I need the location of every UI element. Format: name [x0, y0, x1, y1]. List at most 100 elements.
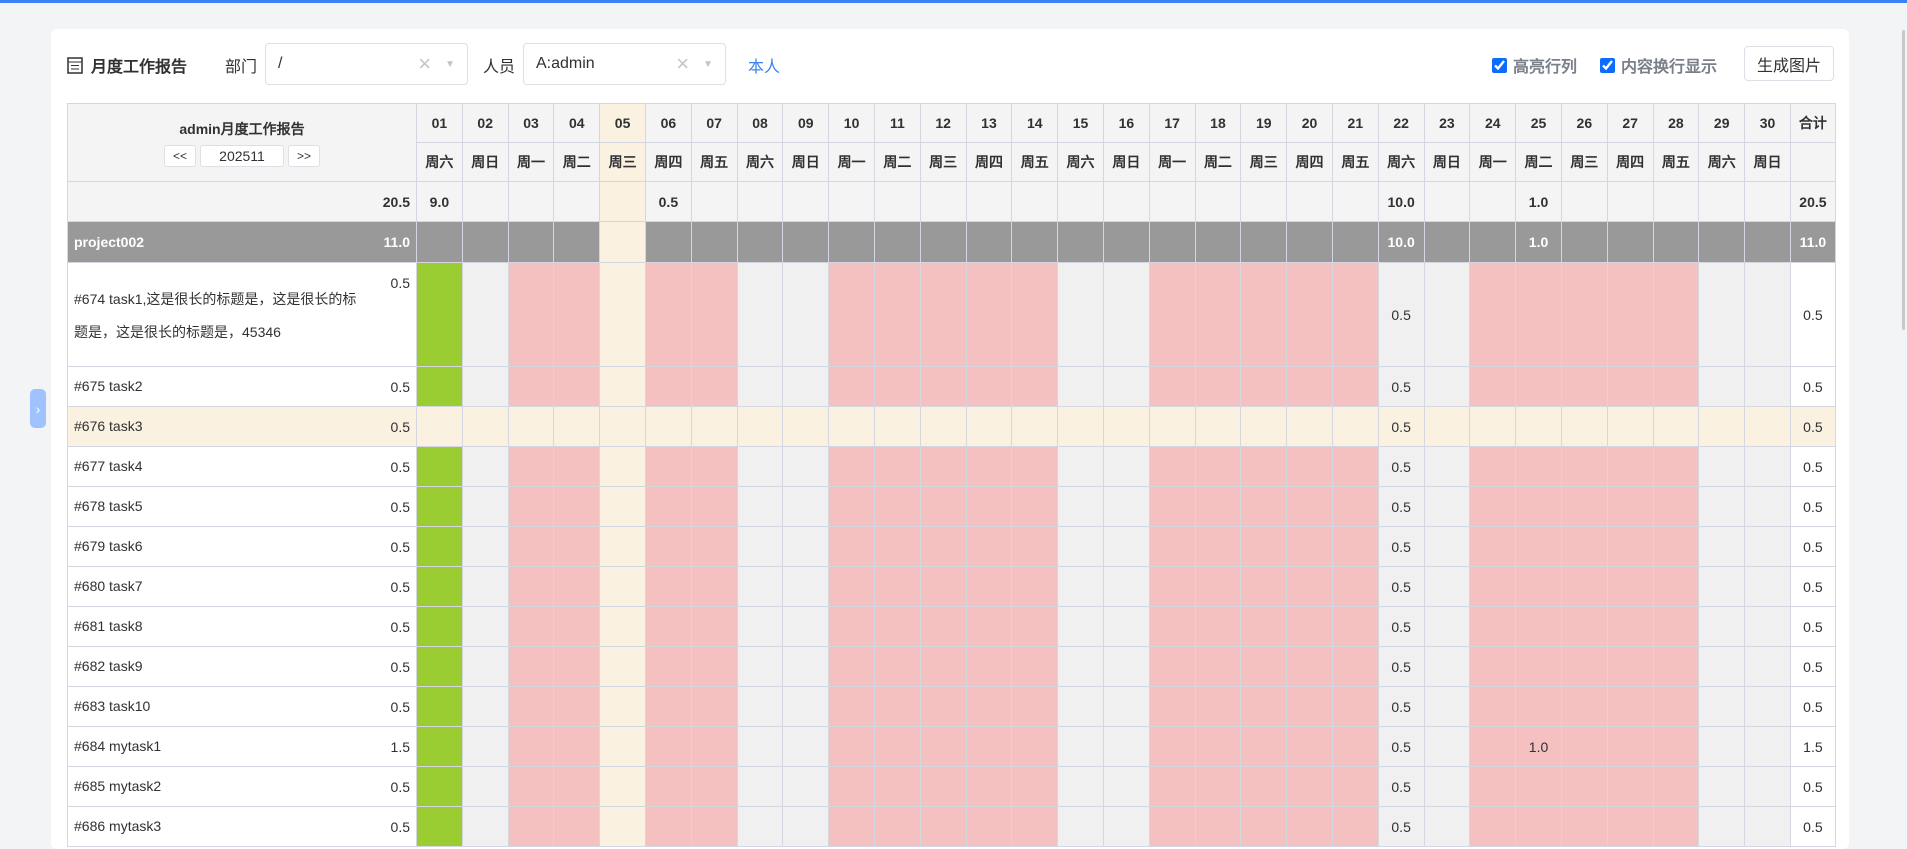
task-name-cell[interactable]: #683 task10 0.5 [67, 686, 417, 727]
day-cell-24[interactable] [1469, 406, 1517, 447]
day-cell-23[interactable] [1423, 646, 1471, 687]
day-cell-25[interactable] [1515, 606, 1562, 647]
day-cell-21[interactable] [1331, 566, 1379, 607]
day-cell-06[interactable] [644, 566, 692, 607]
day-cell-25[interactable] [1515, 686, 1562, 727]
day-cell-15[interactable] [1057, 526, 1104, 567]
day-cell-30[interactable] [1744, 646, 1791, 687]
task-name-cell[interactable]: #676 task3 0.5 [67, 406, 417, 447]
day-cell-11[interactable] [873, 606, 921, 647]
day-cell-26[interactable] [1560, 366, 1608, 407]
day-cell-21[interactable] [1331, 446, 1379, 487]
day-cell-08[interactable] [736, 646, 784, 687]
day-cell-07[interactable] [690, 566, 738, 607]
day-cell-08[interactable] [736, 262, 784, 367]
day-cell-16[interactable] [1102, 446, 1150, 487]
day-cell-10[interactable] [828, 262, 875, 367]
day-cell-09[interactable] [782, 766, 830, 807]
day-cell-19[interactable] [1240, 406, 1288, 447]
day-cell-21[interactable] [1331, 486, 1379, 527]
day-header-22[interactable]: 22 [1377, 103, 1425, 143]
day-header-17[interactable]: 17 [1148, 103, 1196, 143]
day-header-30[interactable]: 30 [1744, 103, 1791, 143]
day-header-09[interactable]: 09 [782, 103, 830, 143]
task-row[interactable]: #676 task3 0.5 0.5 0.5 [67, 406, 1836, 447]
day-cell-05[interactable] [599, 526, 646, 567]
day-cell-14[interactable] [1011, 646, 1059, 687]
prev-month-button[interactable]: << [164, 144, 196, 167]
day-cell-25[interactable] [1515, 646, 1562, 687]
day-cell-01[interactable] [416, 606, 463, 647]
day-cell-22[interactable]: 0.5 [1377, 566, 1425, 607]
day-header-12[interactable]: 12 [919, 103, 967, 143]
day-cell-21[interactable] [1331, 406, 1379, 447]
day-cell-22[interactable]: 0.5 [1377, 686, 1425, 727]
day-cell-30[interactable] [1744, 221, 1791, 263]
day-cell-27[interactable] [1606, 446, 1654, 487]
day-cell-18[interactable] [1194, 262, 1242, 367]
day-cell-02[interactable] [461, 406, 509, 447]
highlight-checkbox-input[interactable] [1492, 57, 1507, 73]
day-cell-20[interactable] [1286, 526, 1333, 567]
day-cell-08[interactable] [736, 766, 784, 807]
day-cell-08[interactable] [736, 486, 784, 527]
day-cell-22[interactable]: 0.5 [1377, 446, 1425, 487]
day-cell-28[interactable] [1652, 686, 1700, 727]
day-cell-04[interactable] [553, 486, 601, 527]
day-cell-21[interactable] [1331, 806, 1379, 847]
day-cell-01[interactable] [416, 646, 463, 687]
day-cell-20[interactable] [1286, 806, 1333, 847]
day-cell-05[interactable] [599, 406, 646, 447]
day-cell-23[interactable] [1423, 766, 1471, 807]
day-cell-05[interactable] [599, 366, 646, 407]
day-cell-07[interactable] [690, 486, 738, 527]
day-cell-04[interactable] [553, 766, 601, 807]
day-cell-09[interactable] [782, 686, 830, 727]
day-cell-04[interactable] [553, 406, 601, 447]
day-cell-16[interactable] [1102, 486, 1150, 527]
day-cell-27[interactable] [1606, 566, 1654, 607]
day-cell-04[interactable] [553, 446, 601, 487]
day-cell-25[interactable]: 1.0 [1515, 181, 1562, 222]
self-link[interactable]: 本人 [748, 53, 780, 77]
day-cell-11[interactable] [873, 526, 921, 567]
day-cell-30[interactable] [1744, 766, 1791, 807]
day-cell-09[interactable] [782, 366, 830, 407]
day-cell-13[interactable] [965, 646, 1013, 687]
day-cell-13[interactable] [965, 766, 1013, 807]
day-cell-26[interactable] [1560, 486, 1608, 527]
day-cell-21[interactable] [1331, 686, 1379, 727]
day-cell-09[interactable] [782, 726, 830, 767]
day-cell-25[interactable] [1515, 406, 1562, 447]
day-cell-30[interactable] [1744, 526, 1791, 567]
day-cell-07[interactable] [690, 262, 738, 367]
day-cell-14[interactable] [1011, 806, 1059, 847]
day-cell-08[interactable] [736, 526, 784, 567]
day-cell-27[interactable] [1606, 181, 1654, 222]
day-cell-03[interactable] [507, 726, 555, 767]
day-cell-14[interactable] [1011, 486, 1059, 527]
day-cell-16[interactable] [1102, 221, 1150, 263]
day-cell-24[interactable] [1469, 566, 1517, 607]
day-cell-18[interactable] [1194, 606, 1242, 647]
day-cell-11[interactable] [873, 646, 921, 687]
day-cell-01[interactable]: 9.0 [416, 181, 463, 222]
day-cell-13[interactable] [965, 726, 1013, 767]
day-cell-25[interactable] [1515, 566, 1562, 607]
day-cell-14[interactable] [1011, 221, 1059, 263]
task-row[interactable]: #686 mytask3 0.5 0.5 0.5 [67, 806, 1836, 847]
day-cell-23[interactable] [1423, 446, 1471, 487]
day-cell-30[interactable] [1744, 181, 1791, 222]
day-cell-20[interactable] [1286, 221, 1333, 263]
day-cell-13[interactable] [965, 606, 1013, 647]
day-header-18[interactable]: 18 [1194, 103, 1242, 143]
day-cell-23[interactable] [1423, 606, 1471, 647]
task-name-cell[interactable]: #678 task5 0.5 [67, 486, 417, 527]
day-cell-16[interactable] [1102, 262, 1150, 367]
day-cell-22[interactable]: 0.5 [1377, 366, 1425, 407]
project-row[interactable]: project002 11.0 10.0 1.0 11.0 [67, 221, 1836, 263]
day-cell-25[interactable] [1515, 262, 1562, 367]
day-cell-14[interactable] [1011, 366, 1059, 407]
day-cell-29[interactable] [1698, 566, 1746, 607]
day-cell-02[interactable] [461, 181, 509, 222]
